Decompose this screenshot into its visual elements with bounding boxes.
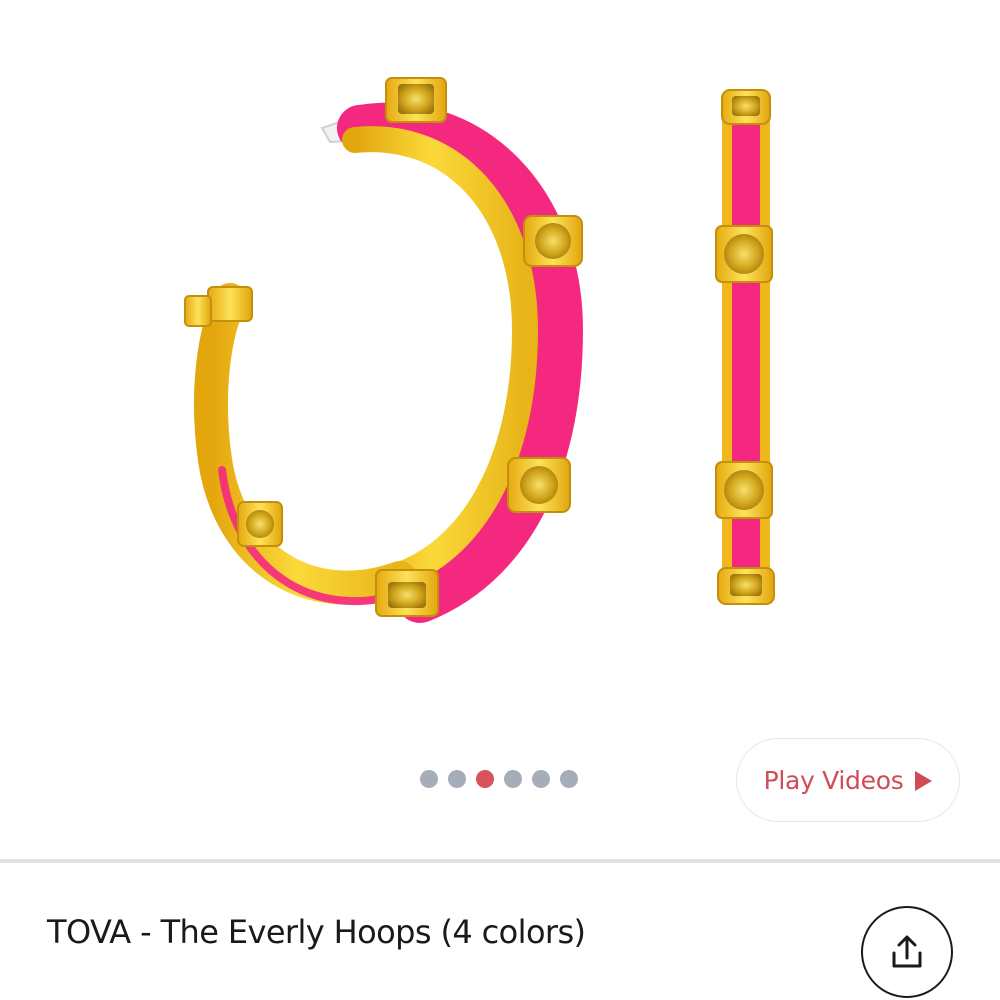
play-videos-button[interactable]: Play Videos — [736, 738, 960, 822]
carousel-dot[interactable] — [504, 770, 522, 788]
carousel-dot[interactable] — [448, 770, 466, 788]
play-videos-label: Play Videos — [763, 765, 904, 795]
section-divider — [0, 859, 1000, 863]
share-icon — [892, 935, 922, 968]
product-page: Play Videos TOVA - The Everly Hoops (4 c… — [0, 0, 1000, 1000]
product-image-gallery[interactable]: Play Videos — [0, 0, 1000, 860]
carousel-dot[interactable] — [532, 770, 550, 788]
carousel-dot[interactable] — [560, 770, 578, 788]
hoop-earring-side-view — [184, 77, 584, 623]
product-image[interactable] — [0, 0, 1000, 740]
carousel-dot-active[interactable] — [476, 770, 494, 788]
share-button[interactable] — [861, 906, 953, 998]
carousel-dot[interactable] — [420, 770, 438, 788]
play-icon — [915, 770, 933, 791]
hoop-earring-front-view — [715, 89, 775, 605]
product-title: TOVA - The Everly Hoops (4 colors) — [47, 913, 586, 951]
carousel-pagination[interactable] — [420, 770, 578, 788]
